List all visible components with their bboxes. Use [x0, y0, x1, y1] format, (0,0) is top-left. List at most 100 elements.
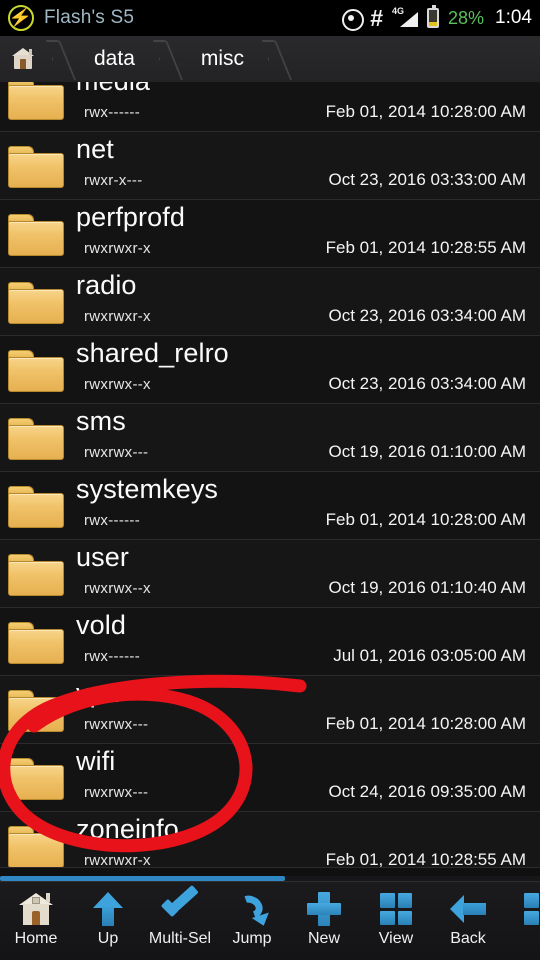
- file-list-row[interactable]: systemkeys rwx------ Feb 01, 2014 10:28:00…: [0, 472, 540, 540]
- file-date-label: Oct 23, 2016 03:34:00 AM: [328, 306, 526, 325]
- breadcrumb-item-misc[interactable]: misc: [181, 36, 268, 82]
- file-list-row[interactable]: vpn rwxrwx--- Feb 01, 2014 10:28:00 AM: [0, 676, 540, 744]
- file-manager-screen: ⚡ Flash's S5 # 4G 28% 1:04 data misc rwx…: [0, 0, 540, 960]
- file-permissions-label: rwxrwx--x: [84, 580, 151, 597]
- plus-icon: [307, 889, 341, 929]
- file-date-label: Oct 19, 2016 01:10:00 AM: [328, 442, 526, 461]
- folder-icon: [8, 214, 64, 256]
- file-permissions-label: rwxrwx---: [84, 784, 149, 801]
- checkmark-icon: [160, 889, 200, 929]
- file-date-label: Feb 01, 2014 10:28:00 AM: [325, 510, 526, 529]
- file-permissions-label: rwxr-x---: [84, 172, 143, 189]
- breadcrumb-separator-icon: [52, 36, 74, 82]
- signal-bars: [399, 12, 418, 27]
- folder-icon: [8, 282, 64, 324]
- clock-label: 1:04: [495, 7, 532, 28]
- file-name-label: shared_relro: [76, 338, 229, 368]
- status-bar: ⚡ Flash's S5 # 4G 28% 1:04: [0, 0, 540, 36]
- file-list-row[interactable]: vold rwx------ Jul 01, 2016 03:05:00 AM: [0, 608, 540, 676]
- file-permissions-label: rwx------: [84, 512, 140, 529]
- device-name-label: Flash's S5: [44, 7, 135, 28]
- file-list-row[interactable]: sms rwxrwx--- Oct 19, 2016 01:10:00 AM: [0, 404, 540, 472]
- toolbar-button-label: Jump: [232, 930, 272, 947]
- file-name-label: media: [76, 82, 150, 97]
- breadcrumb: data misc: [0, 36, 540, 82]
- status-icons-group: # 4G 28% 1:04: [341, 4, 532, 31]
- battery-icon: [426, 5, 439, 28]
- toolbar-button-label: Up: [97, 930, 119, 947]
- file-name-label: vold: [76, 610, 126, 640]
- file-name-label: net: [76, 134, 114, 164]
- home-icon: [12, 48, 34, 70]
- file-name-label: wifi: [76, 746, 116, 776]
- file-name-label: zoneinfo: [76, 814, 179, 844]
- file-list-row[interactable]: wifi rwxrwx--- Oct 24, 2016 09:35:00 AM: [0, 744, 540, 812]
- folder-icon: [8, 554, 64, 596]
- folder-icon: [8, 418, 64, 460]
- toolbar-button-label: Home: [14, 930, 58, 947]
- breadcrumb-item-data[interactable]: data: [74, 36, 159, 82]
- file-list-row[interactable]: media rwx------ Feb 01, 2014 10:28:00 AM: [0, 82, 540, 132]
- file-permissions-label: rwx------: [84, 648, 140, 665]
- file-date-label: Feb 01, 2014 10:28:00 AM: [325, 714, 526, 733]
- breadcrumb-separator-icon: [159, 36, 181, 82]
- file-date-label: Feb 01, 2014 10:28:55 AM: [325, 238, 526, 257]
- breadcrumb-separator-icon: [268, 36, 290, 82]
- file-date-label: Oct 23, 2016 03:33:00 AM: [328, 170, 526, 189]
- file-name-label: systemkeys: [76, 474, 219, 504]
- file-date-label: Feb 01, 2014 10:28:55 AM: [325, 850, 526, 868]
- file-list-row[interactable]: perfprofd rwxrwxr-x Feb 01, 2014 10:28:55 …: [0, 200, 540, 268]
- home-icon: [19, 889, 53, 929]
- file-permissions-label: rwxrwx---: [84, 716, 149, 733]
- file-permissions-label: rwxrwx---: [84, 444, 149, 461]
- file-list-row[interactable]: zoneinfo rwxrwxr-x Feb 01, 2014 10:28:55 A…: [0, 812, 540, 868]
- file-permissions-label: rwxrwx--x: [84, 376, 151, 393]
- toolbar-button-multi-sel[interactable]: Multi-Sel: [144, 882, 216, 960]
- file-name-label: radio: [76, 270, 137, 300]
- file-list[interactable]: media rwx------ Feb 01, 2014 10:28:00 AM ne…: [0, 82, 540, 876]
- toolbar-button-label: Multi-Sel: [148, 930, 212, 947]
- toolbar-button-jump[interactable]: Jump: [216, 882, 288, 960]
- file-date-label: Oct 19, 2016 01:10:40 AM: [328, 578, 526, 597]
- toolbar-button-new[interactable]: New: [288, 882, 360, 960]
- file-name-label: perfprofd: [76, 202, 185, 232]
- file-name-label: sms: [76, 406, 126, 436]
- folder-icon: [8, 486, 64, 528]
- file-list-row[interactable]: user rwxrwx--x Oct 19, 2016 01:10:40 AM: [0, 540, 540, 608]
- file-date-label: Feb 01, 2014 10:28:00 AM: [325, 102, 526, 121]
- toolbar-button-label: New: [307, 930, 340, 947]
- file-list-row[interactable]: radio rwxrwxr-x Oct 23, 2016 03:34:00 AM: [0, 268, 540, 336]
- file-permissions-label: rwxrwxr-x: [84, 240, 151, 257]
- file-permissions-label: rwxrwxr-x: [84, 308, 151, 325]
- bottom-toolbar: Home Up Multi-Sel Jump New View Back: [0, 881, 540, 960]
- file-name-label: vpn: [76, 678, 120, 708]
- toolbar-button-partial[interactable]: [504, 882, 540, 960]
- file-date-label: Oct 24, 2016 09:35:00 AM: [328, 782, 526, 801]
- file-date-label: Oct 23, 2016 03:34:00 AM: [328, 374, 526, 393]
- folder-icon: [8, 82, 64, 120]
- folder-icon: [8, 350, 64, 392]
- folder-icon: [8, 622, 64, 664]
- folder-icon: [8, 758, 64, 800]
- file-date-label: Jul 01, 2016 03:05:00 AM: [333, 646, 526, 665]
- toolbar-button-up[interactable]: Up: [72, 882, 144, 960]
- toolbar-button-home[interactable]: Home: [0, 882, 72, 960]
- file-list-row[interactable]: net rwxr-x--- Oct 23, 2016 03:33:00 AM: [0, 132, 540, 200]
- battery-percent-label: 28%: [447, 7, 485, 28]
- toolbar-button-view[interactable]: View: [360, 882, 432, 960]
- cast-icon: [341, 8, 365, 31]
- file-name-label: user: [76, 542, 129, 572]
- arrow-left-icon: [450, 889, 486, 929]
- folder-icon: [8, 690, 64, 732]
- hash-icon: #: [370, 4, 383, 31]
- file-list-row[interactable]: shared_relro rwxrwx--x Oct 23, 2016 03:34:…: [0, 336, 540, 404]
- breadcrumb-home-button[interactable]: [0, 36, 52, 82]
- file-permissions-label: rwx------: [84, 104, 140, 121]
- folder-icon: [8, 826, 64, 867]
- folder-icon: [8, 146, 64, 188]
- flash-bolt-glyph: ⚡: [8, 7, 34, 27]
- curved-arrow-icon: [233, 889, 273, 929]
- grid-view-icon: [380, 889, 412, 929]
- toolbar-button-label: Back: [450, 930, 486, 947]
- toolbar-button-back[interactable]: Back: [432, 882, 504, 960]
